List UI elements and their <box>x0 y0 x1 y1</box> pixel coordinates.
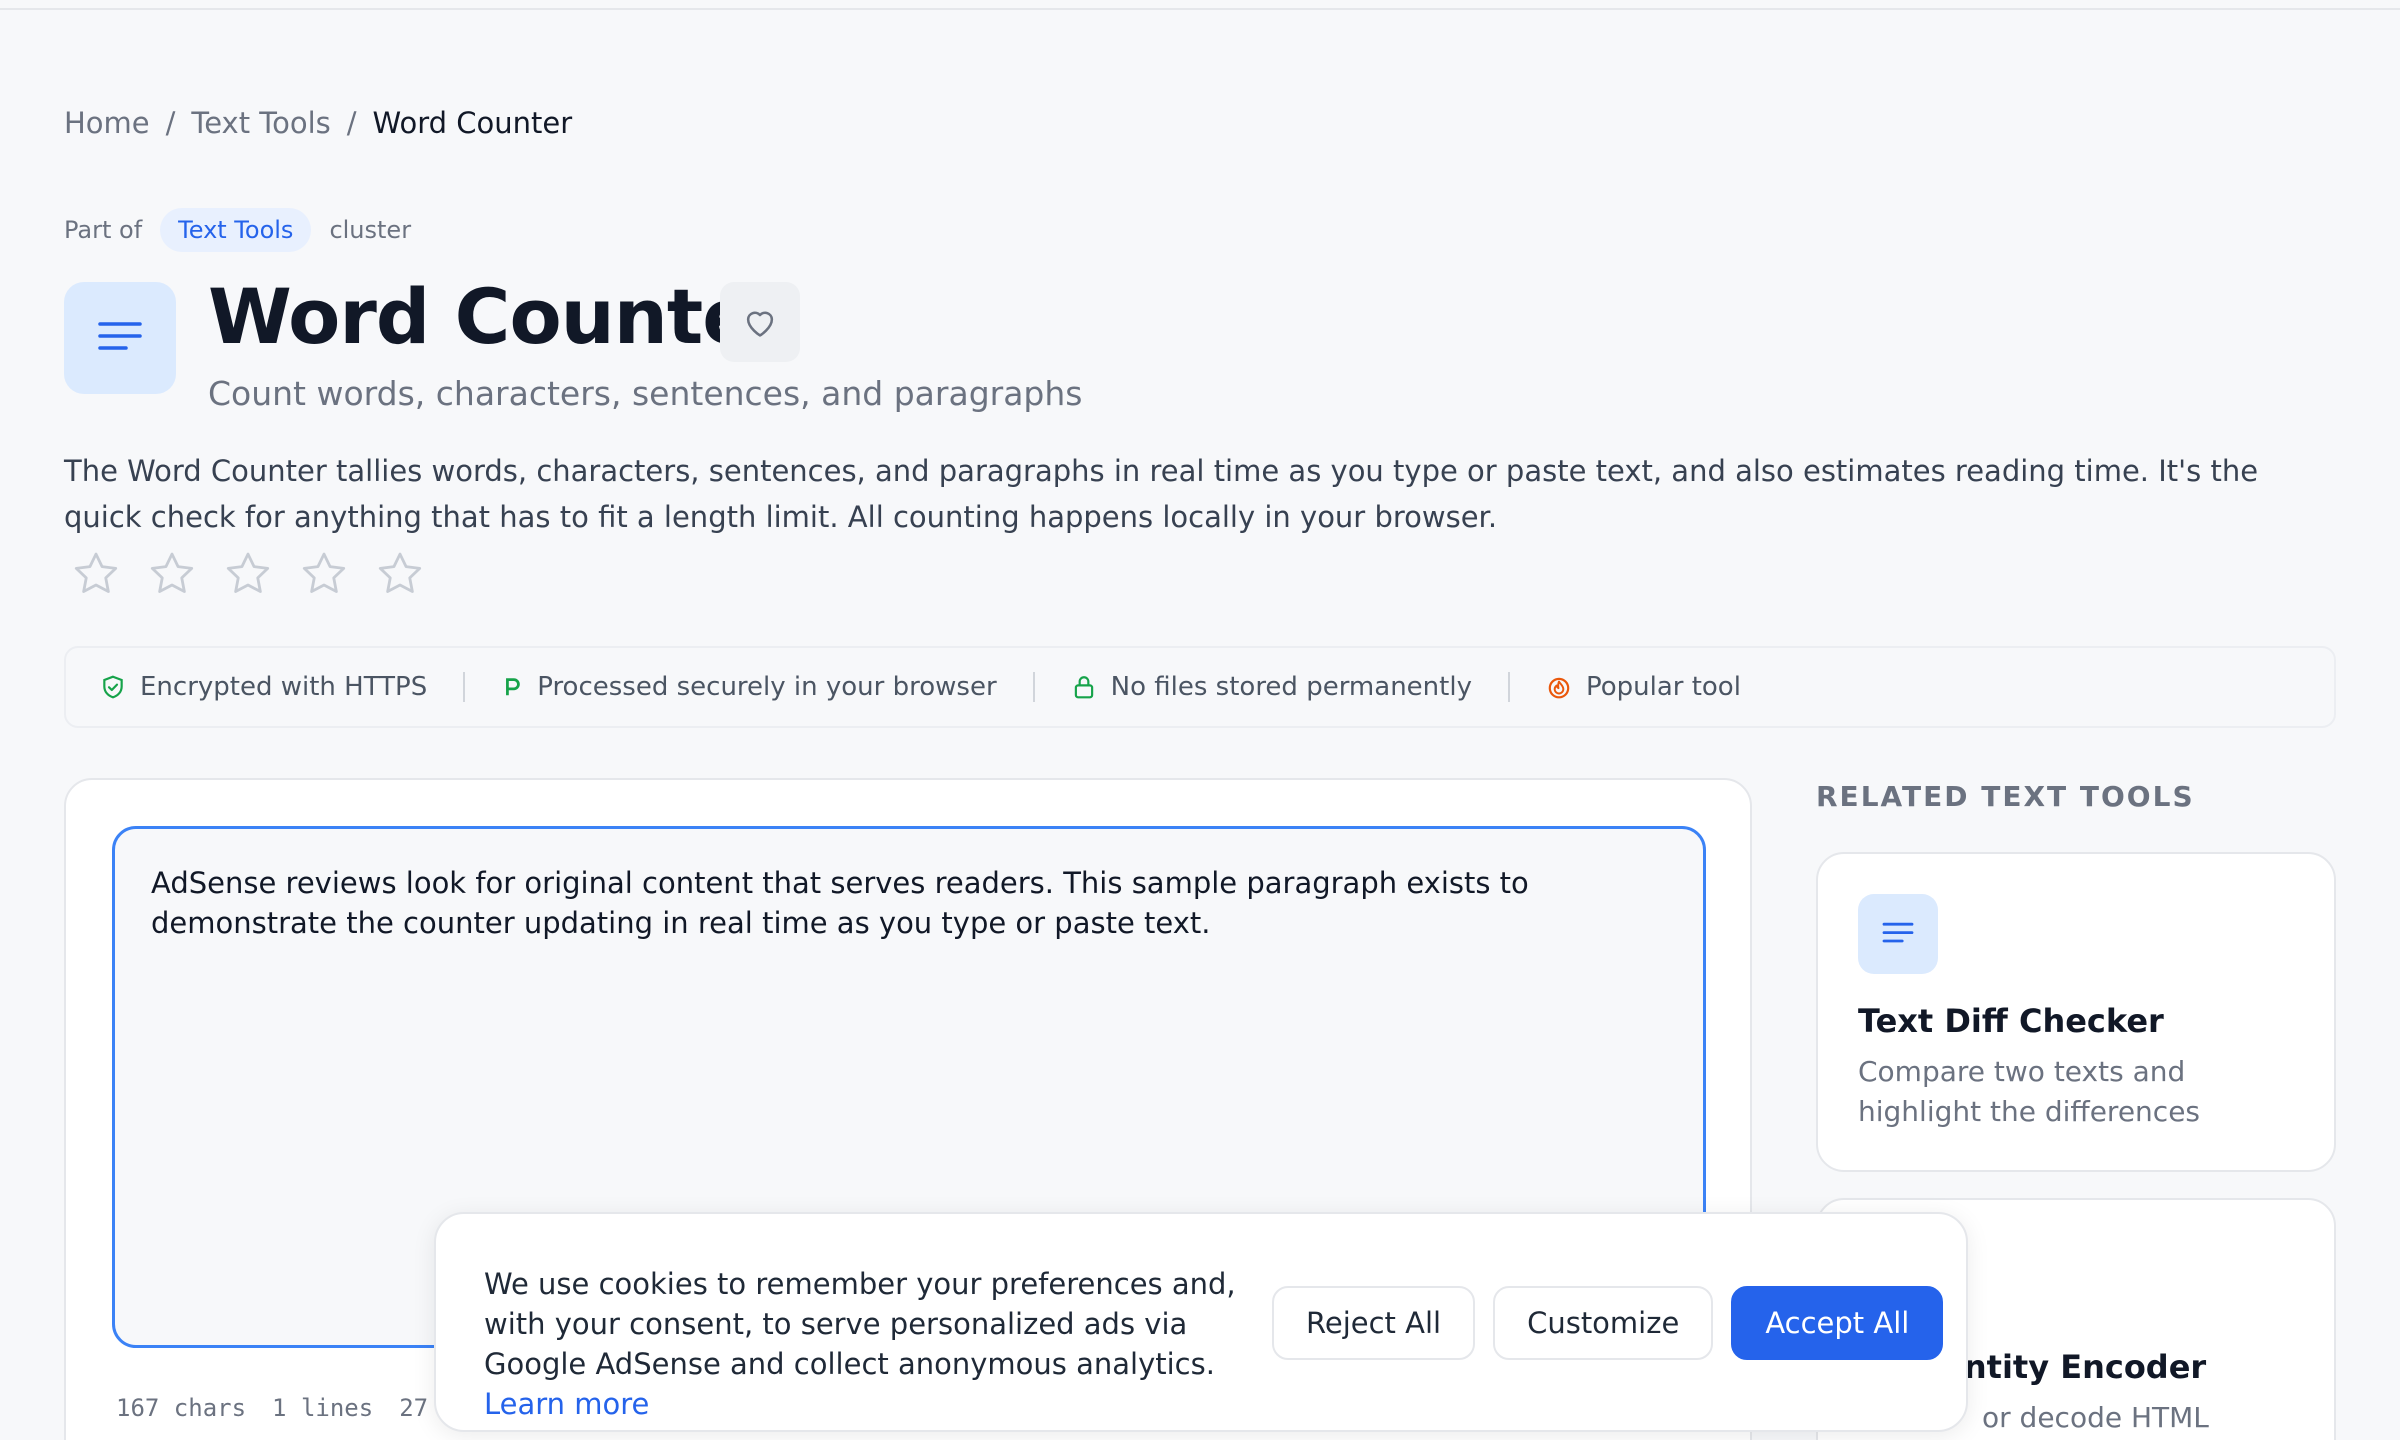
trust-item-popular: Popular tool <box>1546 672 1741 702</box>
cluster-chip[interactable]: Text Tools <box>160 208 312 252</box>
cluster-line: Part of Text Tools cluster <box>64 208 411 252</box>
trust-bar: Encrypted with HTTPS Processed securely … <box>64 646 2336 728</box>
trust-divider <box>1507 672 1510 702</box>
star-icon[interactable] <box>146 548 198 600</box>
cluster-prefix: Part of <box>64 216 143 244</box>
reject-all-button[interactable]: Reject All <box>1272 1286 1476 1360</box>
star-icon[interactable] <box>374 548 426 600</box>
browser-icon <box>506 678 520 696</box>
related-card-title: Text Diff Checker <box>1858 1002 2164 1040</box>
cluster-suffix: cluster <box>329 216 412 244</box>
trust-divider <box>1032 672 1035 702</box>
cookie-text: We use cookies to remember your preferen… <box>484 1267 1236 1381</box>
star-icon[interactable] <box>298 548 350 600</box>
lock-icon <box>1074 676 1093 699</box>
breadcrumb-separator: / <box>165 106 176 140</box>
related-icon-tile <box>1858 894 1938 974</box>
trust-item-https: Encrypted with HTTPS <box>100 672 427 702</box>
breadcrumb-section[interactable]: Text Tools <box>191 106 330 140</box>
trust-label: Processed securely in your browser <box>537 672 997 702</box>
line-count: 1 lines <box>272 1394 374 1422</box>
top-divider <box>0 8 2400 10</box>
star-icon[interactable] <box>70 548 122 600</box>
shield-check-icon <box>103 675 123 699</box>
learn-more-link[interactable]: Learn more <box>484 1387 649 1421</box>
customize-button[interactable]: Customize <box>1493 1286 1714 1360</box>
page-subtitle: Count words, characters, sentences, and … <box>208 374 1083 413</box>
trust-item-browser: Processed securely in your browser <box>501 672 997 702</box>
related-heading: RELATED TEXT TOOLS <box>1816 780 2195 813</box>
tool-description: The Word Counter tallies words, characte… <box>64 454 2259 534</box>
rating-stars <box>70 548 426 600</box>
lines-icon <box>1882 922 1914 943</box>
accept-all-button[interactable]: Accept All <box>1731 1286 1944 1360</box>
trust-label: Popular tool <box>1585 672 1741 702</box>
trust-label: No files stored permanently <box>1110 672 1472 702</box>
cookie-message: We use cookies to remember your preferen… <box>484 1264 1244 1424</box>
char-count: 167 chars <box>116 1394 247 1422</box>
breadcrumb-separator: / <box>346 106 357 140</box>
breadcrumb-current: Word Counter <box>372 106 573 140</box>
tool-icon-tile <box>64 282 176 394</box>
related-card-desc: Compare two texts and highlight the diff… <box>1858 1055 2201 1128</box>
trust-item-storage: No files stored permanently <box>1071 672 1472 702</box>
trust-label: Encrypted with HTTPS <box>140 672 428 702</box>
page-title: Word Counter <box>208 272 790 361</box>
word-count: 27 <box>399 1394 429 1422</box>
trust-divider <box>463 672 466 702</box>
related-card-diff-checker[interactable]: Text Diff Checker Compare two texts and … <box>1816 852 2336 1172</box>
flame-icon <box>1548 677 1570 699</box>
heart-icon <box>746 311 774 337</box>
favorite-button[interactable] <box>720 282 800 362</box>
breadcrumb-home[interactable]: Home <box>64 106 150 140</box>
cookie-banner: We use cookies to remember your preferen… <box>434 1212 1968 1432</box>
stats-bar: 167 chars 1 lines 27 <box>116 1394 428 1422</box>
cookie-actions: Reject All Customize Accept All <box>1272 1286 1944 1360</box>
lines-icon <box>98 322 142 350</box>
star-icon[interactable] <box>222 548 274 600</box>
breadcrumb: Home / Text Tools / Word Counter <box>64 106 572 140</box>
